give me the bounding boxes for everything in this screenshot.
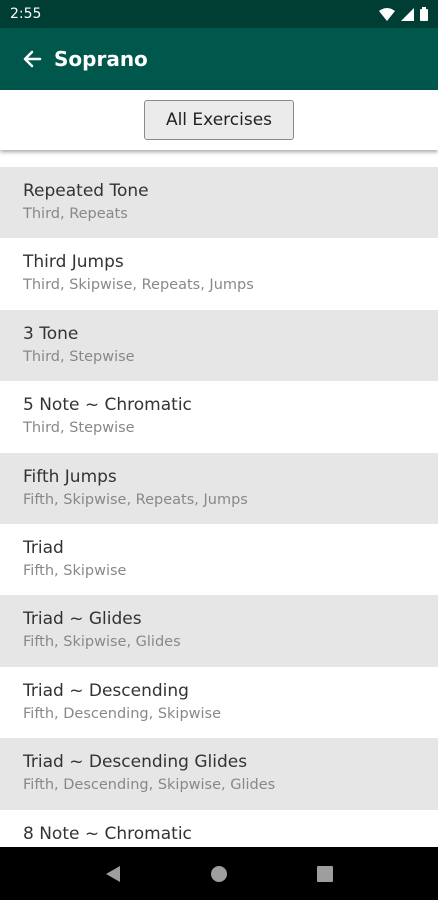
exercise-tags: Third, Repeats [23,206,128,222]
system-nav-bar [0,847,438,900]
battery-icon [420,7,428,21]
square-recents-icon [317,865,333,882]
exercise-list[interactable]: Repeated Tone Third, Repeats Third Jumps… [0,167,438,847]
list-item[interactable]: Third Jumps Third, Skipwise, Repeats, Ju… [0,238,438,310]
list-item[interactable]: 5 Note ~ Chromatic Third, Stepwise [0,381,438,453]
exercise-tags: Third, Stepwise [23,348,135,365]
exercise-title: 8 Note ~ Chromatic [23,823,192,844]
exercise-title: Fifth Jumps [23,466,117,487]
nav-back-button[interactable] [93,854,133,894]
exercise-tags: Third, Skipwise, Repeats, Jumps [23,277,254,294]
list-item[interactable]: Repeated Tone Third, Repeats [0,167,438,239]
list-item[interactable]: Triad Fifth, Skipwise [0,523,438,596]
exercise-tags: Fifth, Descending, Skipwise, Glides [23,777,276,794]
exercise-title: Third Jumps [23,252,124,273]
exercise-tags: Fifth, Skipwise, Repeats, Jumps [23,491,248,508]
list-item[interactable]: Triad ~ Descending Fifth, Descending, Sk… [0,666,438,739]
arrow-left-icon [23,50,42,68]
status-time: 2:55 [10,6,42,22]
status-bar: 2:55 [0,0,438,28]
list-item[interactable]: Triad ~ Glides Fifth, Skipwise, Glides [0,595,438,667]
page-title: Soprano [54,47,148,71]
exercise-title: 3 Tone [23,323,79,344]
triangle-back-icon [106,865,120,882]
exercise-tags: Fifth, Skipwise [23,562,127,579]
list-item[interactable]: 3 Tone Third, Stepwise [0,309,438,382]
list-item[interactable]: Fifth Jumps Fifth, Skipwise, Repeats, Ju… [0,452,438,524]
exercise-title: Triad ~ Descending [23,680,189,701]
exercise-tags: Fifth, Descending, Skipwise [23,705,222,722]
wifi-icon [379,7,395,21]
exercise-title: Repeated Tone [23,181,149,201]
status-icons [379,7,428,21]
list-item[interactable]: 8 Note ~ Chromatic [0,809,438,847]
list-item[interactable]: Triad ~ Descending Glides Fifth, Descend… [0,738,438,810]
exercise-title: Triad ~ Descending Glides [23,752,248,773]
exercise-title: Triad ~ Glides [23,609,142,630]
nav-recents-button[interactable] [305,854,345,894]
app-bar: Soprano [0,28,438,90]
signal-icon [401,7,414,21]
exercise-tags: Fifth, Skipwise, Glides [23,634,181,651]
nav-home-button[interactable] [199,854,239,894]
all-exercises-button[interactable]: All Exercises [144,100,294,140]
exercise-title: 5 Note ~ Chromatic [23,395,192,416]
circle-home-icon [211,865,227,882]
filter-bar: All Exercises [0,90,438,150]
exercise-title: Triad [23,537,64,558]
exercise-tags: Third, Stepwise [23,420,135,437]
